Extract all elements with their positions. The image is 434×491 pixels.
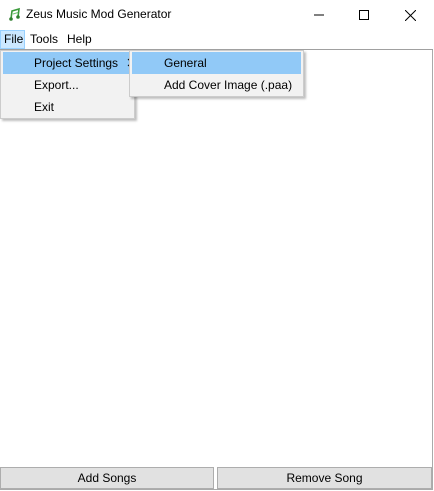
- menu-item-label: Exit: [34, 100, 55, 114]
- close-button[interactable]: [387, 0, 433, 30]
- music-note-icon: [9, 7, 20, 21]
- menu-item-label: Project Settings: [34, 56, 119, 70]
- menu-tools[interactable]: Tools: [27, 30, 61, 49]
- minimize-button[interactable]: [296, 0, 342, 30]
- title-bar[interactable]: Zeus Music Mod Generator: [0, 0, 433, 30]
- file-menu-dropdown: Project Settings Export... Exit: [0, 50, 135, 119]
- menu-item-add-cover-image[interactable]: Add Cover Image (.paa): [132, 74, 301, 96]
- add-songs-button[interactable]: Add Songs: [0, 467, 214, 489]
- minimize-icon: [314, 14, 324, 16]
- menu-item-export[interactable]: Export...: [3, 74, 131, 96]
- app-window: Zeus Music Mod Generator File Tools Help…: [0, 0, 433, 490]
- close-icon: [404, 9, 416, 21]
- menu-item-project-settings[interactable]: Project Settings: [3, 52, 133, 74]
- maximize-button[interactable]: [341, 0, 387, 30]
- remove-song-button[interactable]: Remove Song: [217, 467, 432, 489]
- menu-bar: File Tools Help: [0, 30, 433, 49]
- menu-file[interactable]: File: [0, 30, 25, 49]
- window-title: Zeus Music Mod Generator: [26, 7, 172, 21]
- project-settings-submenu: General Add Cover Image (.paa): [129, 50, 304, 97]
- menu-item-exit[interactable]: Exit: [3, 96, 131, 118]
- maximize-icon: [359, 10, 369, 20]
- menu-item-general[interactable]: General: [132, 52, 301, 74]
- menu-help[interactable]: Help: [64, 30, 95, 49]
- menu-item-label: General: [164, 56, 207, 70]
- menu-item-label: Export...: [34, 78, 79, 92]
- menu-item-label: Add Cover Image (.paa): [164, 78, 293, 92]
